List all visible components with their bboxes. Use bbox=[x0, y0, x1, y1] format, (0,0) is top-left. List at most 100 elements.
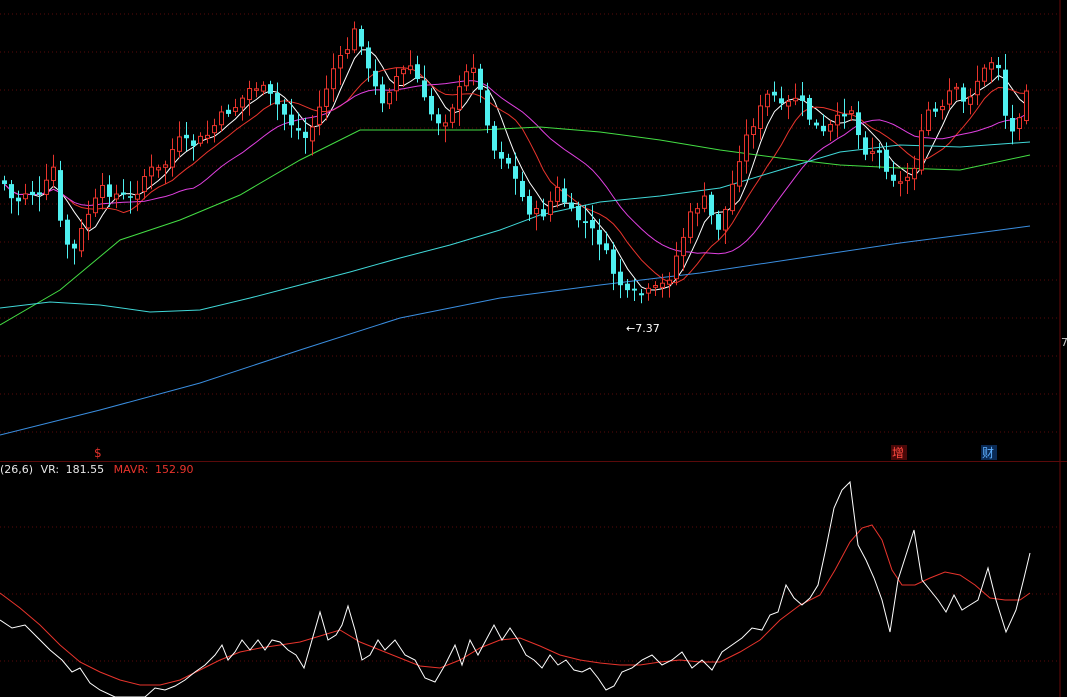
candle-body[interactable] bbox=[37, 192, 42, 195]
candle-body[interactable] bbox=[625, 283, 630, 291]
candle-body[interactable] bbox=[198, 135, 203, 144]
candle-body[interactable] bbox=[436, 114, 441, 124]
candle-body[interactable] bbox=[912, 167, 917, 180]
candle-body[interactable] bbox=[401, 68, 406, 75]
candle-body[interactable] bbox=[807, 97, 812, 120]
candle-body[interactable] bbox=[373, 70, 378, 87]
candle-body[interactable] bbox=[576, 205, 581, 221]
event-marker-dividend[interactable]: $ bbox=[94, 446, 102, 460]
candle-body[interactable] bbox=[884, 149, 889, 172]
candle-body[interactable] bbox=[765, 93, 770, 108]
candle-body[interactable] bbox=[247, 88, 252, 101]
candle-body[interactable] bbox=[205, 134, 210, 139]
candle-body[interactable] bbox=[331, 68, 336, 90]
candle-body[interactable] bbox=[226, 109, 231, 114]
candle-body[interactable] bbox=[352, 28, 357, 51]
candle-body[interactable] bbox=[359, 29, 364, 47]
candle-body[interactable] bbox=[506, 157, 511, 164]
candle-body[interactable] bbox=[114, 193, 119, 200]
candle-body[interactable] bbox=[982, 67, 987, 82]
candle-body[interactable] bbox=[387, 91, 392, 105]
candle-body[interactable] bbox=[2, 180, 7, 185]
candle-body[interactable] bbox=[856, 112, 861, 136]
candle-body[interactable] bbox=[338, 55, 343, 69]
candle-body[interactable] bbox=[142, 176, 147, 192]
candle-body[interactable] bbox=[877, 150, 882, 153]
candle-body[interactable] bbox=[597, 229, 602, 245]
candle-body[interactable] bbox=[93, 197, 98, 214]
candle-body[interactable] bbox=[926, 109, 931, 131]
candle-body[interactable] bbox=[44, 179, 49, 195]
candle-body[interactable] bbox=[604, 243, 609, 251]
candle-body[interactable] bbox=[471, 67, 476, 73]
candle-body[interactable] bbox=[814, 122, 819, 126]
candle-body[interactable] bbox=[317, 106, 322, 125]
candle-body[interactable] bbox=[562, 188, 567, 203]
candle-body[interactable] bbox=[716, 214, 721, 230]
candle-body[interactable] bbox=[366, 47, 371, 69]
candle-body[interactable] bbox=[261, 84, 266, 92]
candle-body[interactable] bbox=[310, 126, 315, 142]
candle-body[interactable] bbox=[618, 271, 623, 286]
candle-body[interactable] bbox=[569, 202, 574, 209]
candle-body[interactable] bbox=[968, 96, 973, 105]
candle-body[interactable] bbox=[709, 194, 714, 216]
candle-body[interactable] bbox=[534, 208, 539, 215]
candle-body[interactable] bbox=[275, 93, 280, 105]
candle-body[interactable] bbox=[793, 97, 798, 102]
candle-body[interactable] bbox=[961, 87, 966, 102]
candle-body[interactable] bbox=[268, 84, 273, 94]
candle-body[interactable] bbox=[23, 193, 28, 200]
candle-body[interactable] bbox=[149, 166, 154, 177]
candle-body[interactable] bbox=[16, 197, 21, 202]
candle-body[interactable] bbox=[919, 130, 924, 171]
candle-body[interactable] bbox=[905, 176, 910, 182]
candle-body[interactable] bbox=[79, 228, 84, 252]
candle-body[interactable] bbox=[184, 134, 189, 139]
candle-body[interactable] bbox=[163, 164, 168, 168]
candle-body[interactable] bbox=[1024, 90, 1029, 122]
candle-body[interactable] bbox=[485, 90, 490, 126]
candle-body[interactable] bbox=[107, 184, 112, 197]
candle-body[interactable] bbox=[513, 166, 518, 179]
candle-body[interactable] bbox=[1010, 118, 1015, 132]
candle-body[interactable] bbox=[730, 183, 735, 212]
candle-body[interactable] bbox=[653, 285, 658, 288]
candle-body[interactable] bbox=[954, 86, 959, 90]
candle-body[interactable] bbox=[646, 287, 651, 294]
candle-body[interactable] bbox=[170, 149, 175, 168]
candle-body[interactable] bbox=[940, 105, 945, 111]
candle-body[interactable] bbox=[478, 68, 483, 90]
candle-body[interactable] bbox=[30, 191, 35, 196]
candle-body[interactable] bbox=[128, 196, 133, 198]
candle-body[interactable] bbox=[1017, 117, 1022, 129]
candle-body[interactable] bbox=[786, 100, 791, 107]
candle-body[interactable] bbox=[177, 136, 182, 152]
candle-body[interactable] bbox=[457, 86, 462, 110]
candle-body[interactable] bbox=[212, 125, 217, 134]
candle-body[interactable] bbox=[695, 208, 700, 214]
candle-body[interactable] bbox=[1003, 69, 1008, 116]
candle-body[interactable] bbox=[674, 255, 679, 280]
candle-body[interactable] bbox=[254, 88, 259, 91]
candle-body[interactable] bbox=[450, 107, 455, 123]
candle-body[interactable] bbox=[191, 140, 196, 146]
candle-body[interactable] bbox=[58, 170, 63, 221]
candle-body[interactable] bbox=[289, 114, 294, 126]
candle-body[interactable] bbox=[842, 114, 847, 117]
candle-body[interactable] bbox=[891, 174, 896, 181]
candle-body[interactable] bbox=[863, 137, 868, 155]
candle-body[interactable] bbox=[590, 220, 595, 229]
candle-body[interactable] bbox=[541, 209, 546, 217]
candle-body[interactable] bbox=[611, 249, 616, 274]
candle-body[interactable] bbox=[121, 192, 126, 195]
candle-body[interactable] bbox=[156, 167, 161, 171]
candle-body[interactable] bbox=[527, 196, 532, 215]
event-marker-increase[interactable]: 增 bbox=[892, 446, 904, 460]
candle-body[interactable] bbox=[723, 208, 728, 231]
candle-body[interactable] bbox=[975, 80, 980, 96]
candle-body[interactable] bbox=[548, 200, 553, 215]
candle-body[interactable] bbox=[429, 95, 434, 115]
candle-body[interactable] bbox=[702, 195, 707, 209]
candle-body[interactable] bbox=[583, 221, 588, 223]
